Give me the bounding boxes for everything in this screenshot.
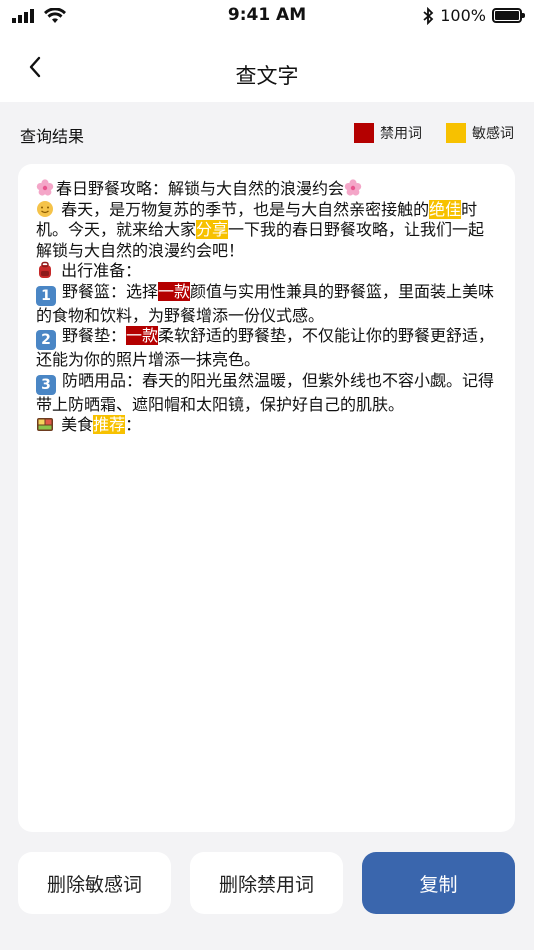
bluetooth-icon <box>423 6 434 25</box>
sun-face-icon <box>37 200 53 217</box>
legend-sensitive: 敏感词 <box>446 123 514 143</box>
bento-box-icon <box>37 418 53 431</box>
battery-icon <box>492 8 525 23</box>
title-line: 春日野餐攻略：解锁与大自然的浪漫约会 <box>36 179 497 200</box>
banned-swatch <box>354 123 374 143</box>
result-header: 查询结果 禁用词 敏感词 <box>0 102 534 162</box>
sensitive-swatch <box>446 123 466 143</box>
list-item: 3 防晒用品：春天的阳光虽然温暖，但紫外线也不容小觑。记得带上防晒霜、遮阳帽和太阳… <box>36 370 495 414</box>
intro-paragraph: 春天，是万物复苏的季节，也是与大自然亲密接触的绝佳时机。今天，就来给大家分享一下… <box>36 199 485 260</box>
number-1-icon: 1 <box>36 285 56 306</box>
nav-bar: 查文字 <box>0 32 534 102</box>
number-2-icon: 2 <box>36 330 56 350</box>
status-right: 100% <box>422 6 525 25</box>
prep-heading: 出行准备： <box>36 261 497 282</box>
legend-banned-label: 禁用词 <box>380 126 422 142</box>
status-bar: 9:41 AM 100% <box>0 0 534 32</box>
action-bar: 删除敏感词 删除禁用词 复制 <box>0 852 534 914</box>
number-3-icon: 3 <box>36 374 56 395</box>
sensitive-word[interactable]: 推荐 <box>93 415 126 434</box>
legend: 禁用词 敏感词 <box>330 123 514 143</box>
sensitive-word[interactable]: 绝佳 <box>429 199 462 219</box>
banned-word[interactable]: 一款 <box>126 326 159 345</box>
delete-banned-button[interactable]: 删除禁用词 <box>190 852 343 914</box>
backpack-icon <box>39 261 51 278</box>
legend-sensitive-label: 敏感词 <box>472 126 514 142</box>
cherry-blossom-icon <box>344 179 362 196</box>
copy-button[interactable]: 复制 <box>362 852 515 914</box>
banned-word[interactable]: 一款 <box>158 281 191 301</box>
cherry-blossom-icon <box>36 179 54 196</box>
sensitive-word[interactable]: 分享 <box>196 220 229 239</box>
food-heading: 美食推荐： <box>36 415 497 436</box>
result-text-area[interactable]: 春日野餐攻略：解锁与大自然的浪漫约会 春天，是万物复苏的季节，也是与大自然亲密接… <box>18 164 515 832</box>
legend-banned: 禁用词 <box>354 123 422 143</box>
result-label: 查询结果 <box>20 127 85 146</box>
delete-sensitive-button[interactable]: 删除敏感词 <box>18 852 171 914</box>
battery-percent: 100% <box>440 6 486 25</box>
list-item: 2 野餐垫：一款柔软舒适的野餐垫，不仅能让你的野餐更舒适，还能为你的照片增添一抹亮… <box>36 326 495 369</box>
list-item: 1 野餐篮：选择一款颜值与实用性兼具的野餐篮，里面装上美味的食物和饮料，为野餐增添… <box>36 281 495 325</box>
page-title: 查文字 <box>235 64 299 88</box>
